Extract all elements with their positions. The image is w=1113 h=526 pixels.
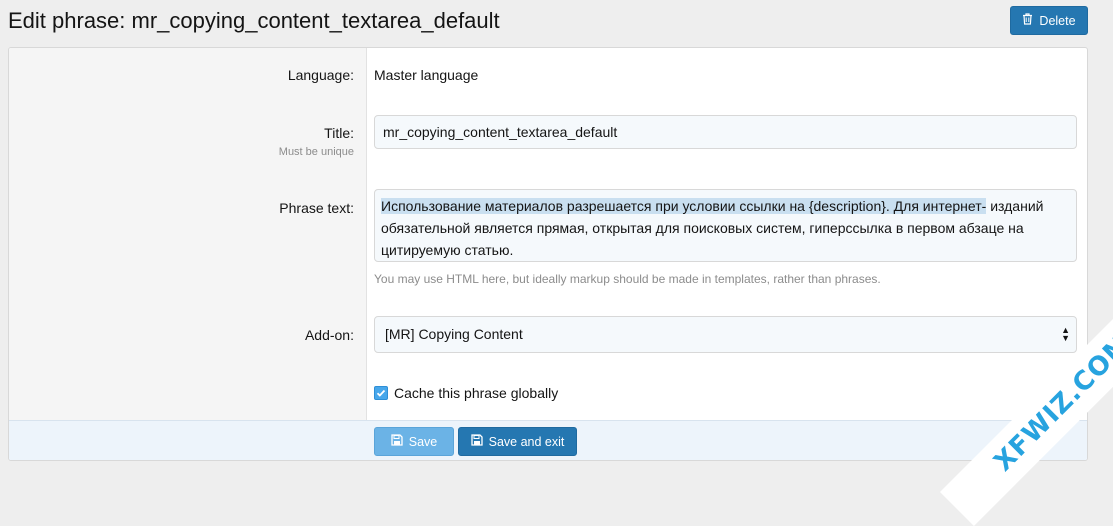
save-and-exit-button[interactable]: Save and exit — [458, 427, 577, 456]
cache-checkbox-label: Cache this phrase globally — [394, 385, 559, 401]
delete-button[interactable]: Delete — [1010, 6, 1088, 35]
save-button[interactable]: Save — [374, 427, 454, 456]
checkmark-icon — [376, 389, 386, 397]
title-label: Title: — [324, 125, 354, 141]
page-title: Edit phrase: mr_copying_content_textarea… — [8, 8, 500, 33]
phrase-text-selected: Использование материалов разрешается при… — [381, 198, 987, 214]
save-icon — [470, 434, 483, 449]
phrase-form: Language: Master language Title: Must be… — [8, 47, 1088, 461]
addon-select[interactable]: [MR] Copying Content ▲ ▼ — [374, 316, 1077, 353]
save-and-exit-button-label: Save and exit — [488, 434, 565, 449]
delete-button-label: Delete — [1039, 13, 1076, 28]
phrase-text-help: You may use HTML here, but ideally marku… — [374, 272, 881, 286]
label-column — [9, 48, 367, 420]
title-input[interactable]: mr_copying_content_textarea_default — [374, 115, 1077, 149]
cache-option[interactable]: Cache this phrase globally — [374, 385, 558, 401]
language-label: Language: — [287, 67, 354, 83]
addon-selected-value: [MR] Copying Content — [385, 326, 523, 342]
save-icon — [391, 434, 403, 449]
language-value: Master language — [374, 67, 479, 83]
form-footer: Save Save and exit — [9, 420, 1087, 460]
title-hint: Must be unique — [278, 146, 354, 158]
phrase-text-textarea[interactable]: Использование материалов разрешается при… — [374, 189, 1077, 262]
cache-checkbox[interactable] — [374, 386, 388, 400]
save-button-label: Save — [408, 434, 438, 449]
phrase-text-label: Phrase text: — [279, 200, 354, 216]
select-arrows-icon: ▲ ▼ — [1061, 325, 1070, 343]
addon-label: Add-on: — [304, 327, 354, 343]
trash-icon — [1022, 13, 1033, 28]
